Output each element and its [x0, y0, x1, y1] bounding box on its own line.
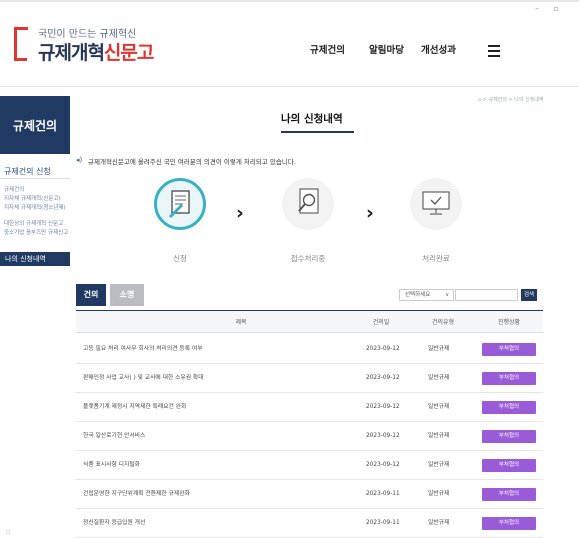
table-row[interactable]: 플랫폼기계 제정시 지역제한 특례요건 완화 2023-09-12 일반규제 부…	[76, 393, 543, 422]
monitor-check-icon	[422, 191, 450, 215]
row-type: 일반규제	[428, 462, 450, 468]
table-row[interactable]: 고등 필요 처리 여사무 회사의 처리의견 등록 여부 2023-09-12 일…	[76, 335, 543, 364]
sidebar-title: 규제건의	[0, 96, 70, 154]
step-label-apply: 신청	[173, 254, 187, 263]
status-badge[interactable]: 부처협의	[482, 517, 536, 530]
row-title[interactable]: 식품 표시사항 디지털화	[83, 451, 140, 480]
status-badge[interactable]: 부처협의	[482, 488, 536, 501]
row-title[interactable]: 고등 필요 처리 여사무 회사의 처리의견 등록 여부	[83, 335, 203, 364]
status-badge[interactable]: 부처협의	[482, 372, 536, 385]
logo-main-accent: 신문고	[103, 42, 154, 64]
row-type: 일반규제	[428, 346, 450, 352]
row-title[interactable]: 판매인정 사업 교사( ) 및 교사에 대한 소유권 확대	[83, 364, 204, 393]
row-date: 2023-09-12	[366, 433, 400, 439]
menu-icon[interactable]	[488, 45, 500, 60]
step-label-complete: 처리완료	[422, 254, 450, 263]
table-row[interactable]: 판매인정 사업 교사( ) 및 교사에 대한 소유권 확대 2023-09-12…	[76, 364, 543, 393]
document-pen-icon	[168, 190, 190, 219]
status-badge[interactable]: 부처협의	[482, 430, 536, 443]
nav-item-proposal[interactable]: 규제건의	[310, 42, 345, 56]
step-processing	[282, 178, 334, 230]
step-apply	[154, 178, 206, 230]
search-button[interactable]: 검색	[521, 289, 537, 301]
speaker-icon: ◂)	[76, 156, 83, 164]
title-underline	[281, 131, 354, 133]
row-type: 일반규제	[428, 375, 450, 381]
sidebar-subitem[interactable]: 중소기업 옴부즈만 규제신고	[4, 230, 68, 237]
window-top-border	[0, 0, 579, 2]
table-row[interactable]: 정신질환자 응급입원 개선 2023-09-11 일반규제 부처협의	[76, 509, 543, 538]
nav-item-notice[interactable]: 알림마당	[369, 42, 404, 56]
logo-mark	[14, 27, 28, 61]
row-date: 2023-09-11	[366, 520, 400, 526]
col-type: 건의유형	[431, 319, 455, 326]
sidebar-active-label: 나의 신청내역	[5, 255, 46, 263]
page-title: 나의 신청내역	[281, 113, 343, 125]
chevron-down-icon: ∨	[445, 292, 449, 298]
sidebar-subitem[interactable]: 규제건의	[4, 187, 24, 194]
col-status: 진행상황	[497, 319, 521, 326]
nav-item-results[interactable]: 개선성과	[421, 42, 456, 56]
row-date: 2023-09-12	[366, 462, 400, 468]
row-type: 일반규제	[428, 433, 450, 439]
window-controls[interactable]: – ▫	[535, 4, 565, 13]
row-title[interactable]: 한국 일산로기현 안서비스	[83, 422, 145, 451]
step-complete	[410, 178, 462, 230]
tab-explanation[interactable]: 소명	[110, 284, 144, 306]
sidebar-category[interactable]: 규제건의 신청	[4, 166, 51, 177]
col-date: 건의일	[372, 319, 390, 326]
table-row[interactable]: 한국 일산로기현 안서비스 2023-09-12 일반규제 부처협의	[76, 422, 543, 451]
row-type: 일반규제	[428, 404, 450, 410]
table-row[interactable]: 건립운영한 지구단위계획 전환제한 규제완화 2023-09-11 일반규제 부…	[76, 480, 543, 509]
row-date: 2023-09-12	[366, 404, 400, 410]
sidebar-subitem[interactable]: 지자체 규제개혁(청소년제)	[4, 205, 66, 212]
chevron-right-icon: ›	[366, 202, 374, 224]
table-header: 제목 건의일 건의유형 진행상황	[76, 310, 543, 333]
sidebar-divider	[0, 178, 70, 179]
header-divider	[0, 86, 579, 87]
tab-proposal[interactable]: 건의	[76, 284, 106, 306]
status-badge[interactable]: 부처협의	[482, 401, 536, 414]
col-title: 제목	[235, 319, 247, 326]
search-input[interactable]	[455, 289, 518, 301]
intro-text: 규제개혁신문고에 올려주신 국민 여러분의 의견이 이렇게 처리되고 있습니다.	[88, 158, 296, 166]
filter-select[interactable]: 선택하세요 ∨	[399, 289, 454, 301]
magnifier-document-icon	[298, 188, 319, 214]
row-date: 2023-09-11	[366, 491, 400, 497]
row-date: 2023-09-12	[366, 346, 400, 352]
chevron-right-icon: ›	[236, 202, 244, 224]
table-row[interactable]: 식품 표시사항 디지털화 2023-09-12 일반규제 부처협의	[76, 451, 543, 480]
row-type: 일반규제	[428, 520, 450, 526]
status-badge[interactable]: 부처협의	[482, 343, 536, 356]
sidebar-item-my-requests[interactable]: 나의 신청내역	[0, 252, 70, 266]
corner-mark: ▫	[6, 528, 11, 536]
breadcrumb: ⌂ > 규제건의 > 나의 신청내역	[478, 97, 544, 103]
filter-select-value: 선택하세요	[405, 292, 431, 298]
status-badge[interactable]: 부처협의	[482, 459, 536, 472]
row-date: 2023-09-12	[366, 375, 400, 381]
row-title[interactable]: 플랫폼기계 제정시 지역제한 특례요건 완화	[83, 393, 186, 422]
row-type: 일반규제	[428, 491, 450, 497]
row-title[interactable]: 정신질환자 응급입원 개선	[83, 509, 145, 538]
step-label-processing: 접수처리중	[290, 254, 326, 263]
sidebar-subitem[interactable]: 지자체 규제개혁(신문고)	[4, 196, 61, 203]
row-title[interactable]: 건립운영한 지구단위계획 전환제한 규제완화	[83, 480, 190, 509]
logo-main-text: 규제개혁	[38, 42, 105, 64]
sidebar-subitem[interactable]: 대한상의 규제개혁 신문고	[4, 221, 63, 228]
site-logo[interactable]: 규제개혁신문고	[38, 38, 154, 65]
